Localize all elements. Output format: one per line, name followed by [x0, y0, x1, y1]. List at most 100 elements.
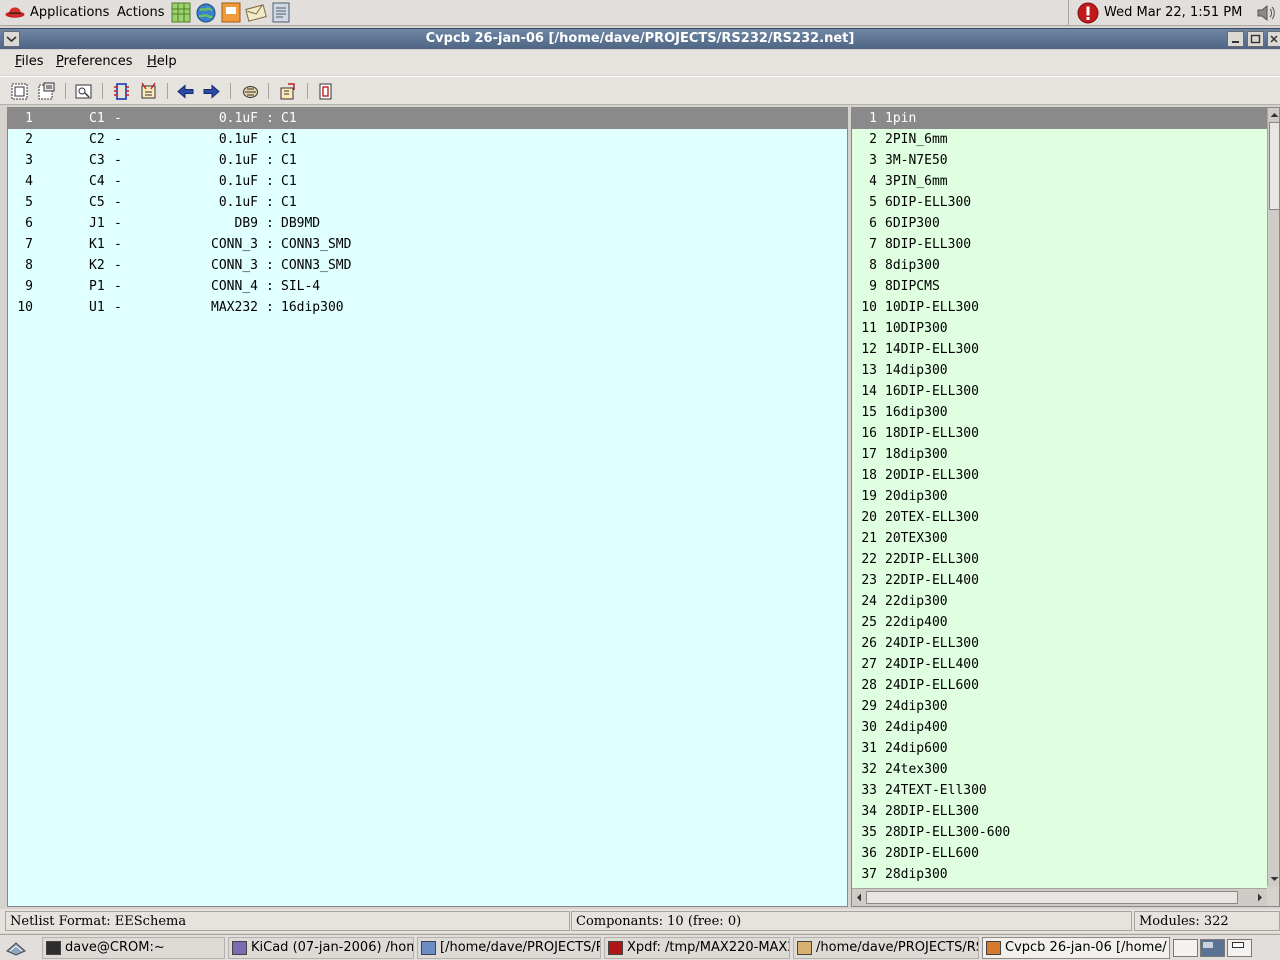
footprint-row[interactable]: 25 22dip400 [852, 612, 1267, 633]
window-titlebar[interactable]: Cvpcb 26-jan-06 [/home/dave/PROJECTS/RS2… [0, 28, 1280, 49]
footprint-row[interactable]: 29 24dip300 [852, 696, 1267, 717]
footprint-index: 4 [869, 174, 877, 189]
footprint-row[interactable]: 13 14dip300 [852, 360, 1267, 381]
horizontal-scroll-thumb[interactable] [866, 891, 1238, 904]
globe-icon[interactable] [194, 1, 218, 24]
component-row[interactable]: 7 K1- CONN_3: CONN3_SMD [8, 234, 847, 255]
footprint-row[interactable]: 22 22DIP-ELL300 [852, 549, 1267, 570]
footprint-row[interactable]: 27 24DIP-ELL400 [852, 654, 1267, 675]
actions-menu[interactable]: Actions [117, 0, 165, 25]
footprint-row[interactable]: 5 6DIP-ELL300 [852, 192, 1267, 213]
footprint-row[interactable]: 18 20DIP-ELL300 [852, 465, 1267, 486]
load-equ-icon[interactable] [279, 82, 298, 101]
scroll-down-arrow-icon[interactable] [1269, 873, 1280, 885]
footprint-row[interactable]: 6 6DIP300 [852, 213, 1267, 234]
footprint-row[interactable]: 12 14DIP-ELL300 [852, 339, 1267, 360]
taskbar-button[interactable]: KiCad (07-jan-2006) /hom [228, 937, 414, 959]
footprint-row[interactable]: 37 28dip300 [852, 864, 1267, 885]
menu-help[interactable]: Help [147, 54, 177, 69]
vertical-scroll-thumb[interactable] [1269, 122, 1279, 210]
footprint-row[interactable]: 23 22DIP-ELL400 [852, 570, 1267, 591]
component-row[interactable]: 10 U1- MAX232:16dip300 [8, 297, 847, 318]
taskbar-button[interactable]: [/home/dave/PROJECTS/R [417, 937, 601, 959]
footprint-row[interactable]: 9 8DIPCMS [852, 276, 1267, 297]
component-row[interactable]: 3 C3- 0.1uF: C1 [8, 150, 847, 171]
scroll-up-arrow-icon[interactable] [1269, 109, 1280, 121]
footprint-row[interactable]: 14 16DIP-ELL300 [852, 381, 1267, 402]
show-desktop-icon[interactable] [5, 939, 27, 957]
footprint-row[interactable]: 10 10DIP-ELL300 [852, 297, 1267, 318]
footprint-row[interactable]: 26 24DIP-ELL300 [852, 633, 1267, 654]
next-icon[interactable] [202, 82, 221, 101]
footprint-row[interactable]: 19 20dip300 [852, 486, 1267, 507]
alert-icon[interactable] [1077, 2, 1099, 24]
workspace-window-thumb [1203, 942, 1213, 948]
taskbar-button[interactable]: Xpdf: /tmp/MAX220-MAX2 [604, 937, 790, 959]
configuration-icon[interactable] [74, 82, 93, 101]
footprint-index: 26 [861, 636, 877, 651]
auto-associate-icon[interactable] [139, 82, 158, 101]
footprint-row[interactable]: 35 28DIP-ELL300-600 [852, 822, 1267, 843]
footprint-list[interactable]: 1 1pin 2 2PIN_6mm 3 3M-N7E50 4 3PIN_6mm 5 6DIP-EL… [851, 107, 1280, 907]
taskbar-button[interactable]: dave@CROM:~ [42, 937, 225, 959]
previous-icon[interactable] [176, 82, 195, 101]
footprint-row[interactable]: 24 22dip300 [852, 591, 1267, 612]
footprint-row[interactable]: 33 24TEXT-Ell300 [852, 780, 1267, 801]
show-module-icon[interactable] [112, 82, 131, 101]
mail-icon[interactable] [244, 1, 268, 24]
footprint-row[interactable]: 32 24tex300 [852, 759, 1267, 780]
minimize-button[interactable] [1227, 31, 1244, 47]
footprint-row[interactable]: 15 16dip300 [852, 402, 1267, 423]
menu-files[interactable]: Files [15, 54, 44, 69]
footprint-row[interactable]: 30 24dip400 [852, 717, 1267, 738]
footprint-row[interactable]: 11 10DIP300 [852, 318, 1267, 339]
footprint-row[interactable]: 36 28DIP-ELL600 [852, 843, 1267, 864]
datasheet-icon[interactable] [316, 82, 335, 101]
presentation-icon[interactable] [219, 1, 243, 24]
menu-preferences[interactable]: Preferences [56, 54, 132, 69]
footprint-row[interactable]: 17 18dip300 [852, 444, 1267, 465]
footprint-row[interactable]: 4 3PIN_6mm [852, 171, 1267, 192]
scroll-right-arrow-icon[interactable] [1254, 892, 1266, 903]
clock[interactable]: Wed Mar 22, 1:51 PM [1104, 0, 1242, 25]
footprint-row[interactable]: 20 20TEX-ELL300 [852, 507, 1267, 528]
save-netlist-icon[interactable] [10, 82, 29, 101]
taskbar-button[interactable]: Cvpcb 26-jan-06 [/home/ [982, 937, 1170, 959]
delete-association-icon[interactable] [241, 82, 260, 101]
footprint-row[interactable]: 31 24dip600 [852, 738, 1267, 759]
footprint-row[interactable]: 8 8dip300 [852, 255, 1267, 276]
footprint-row[interactable]: 7 8DIP-ELL300 [852, 234, 1267, 255]
footprint-vertical-scrollbar[interactable] [1267, 108, 1280, 886]
footprint-row[interactable]: 16 18DIP-ELL300 [852, 423, 1267, 444]
spreadsheet-icon[interactable] [169, 1, 193, 24]
volume-icon[interactable] [1255, 3, 1277, 23]
component-row[interactable]: 2 C2- 0.1uF: C1 [8, 129, 847, 150]
applications-menu[interactable]: Applications [30, 0, 109, 25]
footprint-horizontal-scrollbar[interactable] [852, 888, 1267, 906]
workspace-2[interactable] [1200, 939, 1225, 957]
footprint-row[interactable]: 21 20TEX300 [852, 528, 1267, 549]
footprint-row[interactable]: 3 3M-N7E50 [852, 150, 1267, 171]
close-button[interactable] [1267, 31, 1280, 47]
workspace-3[interactable] [1227, 939, 1252, 957]
footprint-row[interactable]: 1 1pin [852, 108, 1267, 129]
component-row[interactable]: 4 C4- 0.1uF: C1 [8, 171, 847, 192]
text-editor-icon[interactable] [269, 1, 293, 24]
component-row[interactable]: 6 J1- DB9: DB9MD [8, 213, 847, 234]
footprint-row[interactable]: 28 24DIP-ELL600 [852, 675, 1267, 696]
maximize-button[interactable] [1247, 31, 1264, 47]
open-netlist-icon[interactable] [37, 82, 56, 101]
footprint-row[interactable]: 34 28DIP-ELL300 [852, 801, 1267, 822]
component-row[interactable]: 9 P1- CONN_4: SIL-4 [8, 276, 847, 297]
component-row[interactable]: 8 K2- CONN_3: CONN3_SMD [8, 255, 847, 276]
workspace-1[interactable] [1173, 939, 1198, 957]
footprint-row[interactable]: 2 2PIN_6mm [852, 129, 1267, 150]
component-row[interactable]: 5 C5- 0.1uF: C1 [8, 192, 847, 213]
component-list[interactable]: 1 C1-0.1uF: C1 2 C2-0.1uF: C1 3 C3-0.1uF: C1 4 C4-… [7, 107, 848, 907]
component-row[interactable]: 1 C1-0.1uF: C1 [8, 108, 847, 129]
scroll-left-arrow-icon[interactable] [853, 892, 865, 903]
taskbar-button[interactable]: /home/dave/PROJECTS/RS [793, 937, 979, 959]
xpdf-icon [608, 941, 623, 955]
top-panel: Applications Actions Wed Mar 22, 1:51 PM [0, 0, 1280, 26]
redhat-icon[interactable] [5, 7, 25, 18]
